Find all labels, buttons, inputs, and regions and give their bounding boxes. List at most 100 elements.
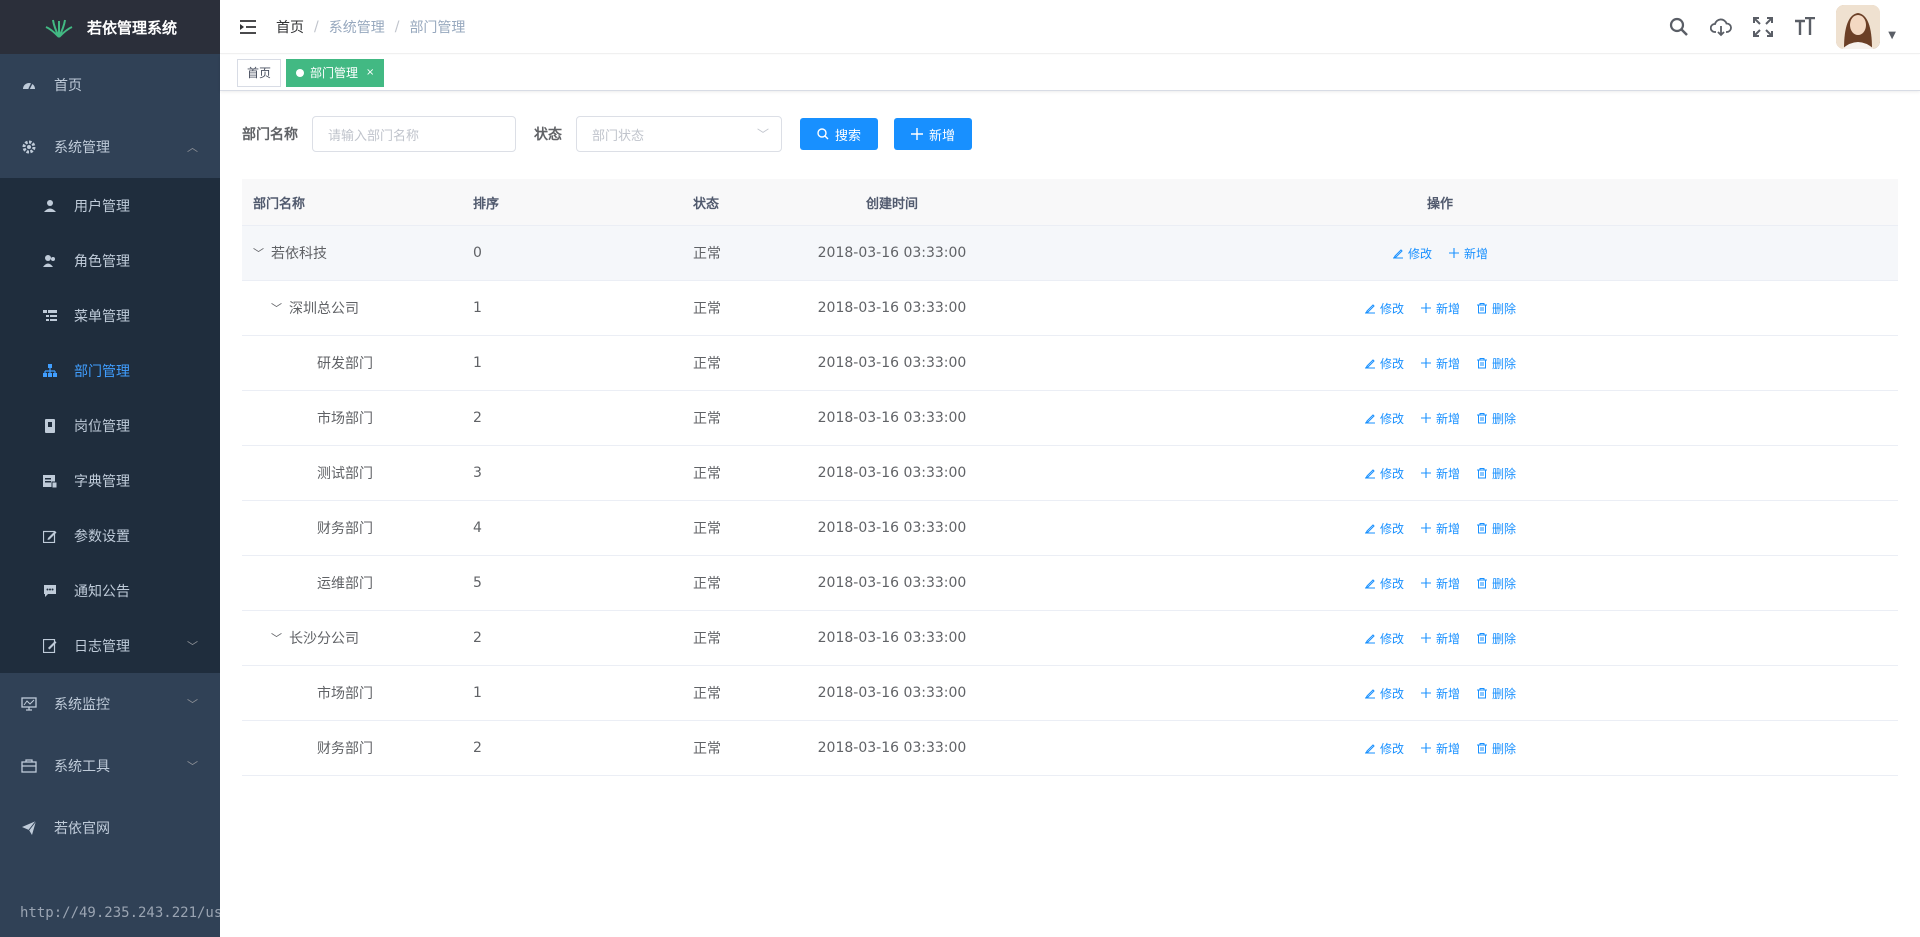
delete-button[interactable]: 删除 xyxy=(1476,630,1516,647)
table-row: 市场部门 2 正常 2018-03-16 03:33:00 修改 新增 删除 xyxy=(242,391,1898,446)
dept-name-input[interactable]: 请输入部门名称 xyxy=(312,116,516,152)
sidebar-item-logs[interactable]: 日志管理 ﹀ xyxy=(0,618,220,673)
delete-label: 删除 xyxy=(1492,576,1517,591)
cell-ops: 修改 新增 删除 xyxy=(982,740,1898,757)
add-child-button[interactable]: 新增 xyxy=(1420,410,1460,427)
breadcrumb-current: 部门管理 xyxy=(409,19,466,36)
header-order: 排序 xyxy=(473,196,500,212)
sidebar-item-tools[interactable]: 系统工具 ﹀ xyxy=(0,735,220,797)
sidebar-item-dicts[interactable]: 字典管理 xyxy=(0,453,220,508)
header-time: 创建时间 xyxy=(865,196,918,212)
delete-button[interactable]: 删除 xyxy=(1476,575,1516,592)
plus-icon xyxy=(1420,632,1432,644)
edit-button[interactable]: 修改 xyxy=(1364,465,1404,482)
cell-name-wrap: 研发部门 xyxy=(242,353,462,373)
delete-label: 删除 xyxy=(1492,356,1517,371)
edit-button[interactable]: 修改 xyxy=(1364,575,1404,592)
add-child-button[interactable]: 新增 xyxy=(1420,465,1460,482)
hamburger-button[interactable] xyxy=(220,0,276,54)
tree-icon xyxy=(42,363,58,379)
edit-button[interactable]: 修改 xyxy=(1364,740,1404,757)
delete-label: 删除 xyxy=(1492,411,1517,426)
delete-button[interactable]: 删除 xyxy=(1476,465,1516,482)
cell-time: 2018-03-16 03:33:00 xyxy=(817,740,967,756)
table-row: ﹀ 深圳总公司 1 正常 2018-03-16 03:33:00 修改 新增 删除 xyxy=(242,281,1898,336)
sidebar-item-label: 系统监控 xyxy=(54,697,110,713)
chevron-down-icon[interactable]: ﹀ xyxy=(271,630,283,646)
font-size-icon[interactable] xyxy=(1794,16,1816,38)
sidebar-item-depts[interactable]: 部门管理 xyxy=(0,343,220,398)
search-icon[interactable] xyxy=(1668,16,1690,38)
cell-status: 正常 xyxy=(693,301,721,317)
logo[interactable]: 若依管理系统 xyxy=(0,0,220,54)
cell-time: 2018-03-16 03:33:00 xyxy=(817,575,967,591)
delete-button[interactable]: 删除 xyxy=(1476,300,1516,317)
delete-label: 删除 xyxy=(1492,466,1517,481)
fullscreen-icon[interactable] xyxy=(1752,16,1774,38)
sidebar-item-posts[interactable]: 岗位管理 xyxy=(0,398,220,453)
cell-order: 0 xyxy=(473,245,482,261)
avatar-image xyxy=(1836,5,1881,49)
delete-button[interactable]: 删除 xyxy=(1476,355,1516,372)
add-child-button[interactable]: 新增 xyxy=(1420,575,1460,592)
delete-button[interactable]: 删除 xyxy=(1476,740,1516,757)
add-button[interactable]: 新增 xyxy=(894,118,973,150)
edit-button[interactable]: 修改 xyxy=(1364,685,1404,702)
tag-depts[interactable]: 部门管理 × xyxy=(286,58,385,87)
chevron-down-icon: ﹀ xyxy=(187,639,198,653)
cell-name-wrap: 财务部门 xyxy=(242,738,462,758)
edit-button[interactable]: 修改 xyxy=(1392,245,1432,262)
edit-button[interactable]: 修改 xyxy=(1364,300,1404,317)
tag-home[interactable]: 首页 xyxy=(237,58,282,87)
delete-button[interactable]: 删除 xyxy=(1476,410,1516,427)
edit-button[interactable]: 修改 xyxy=(1364,410,1404,427)
sidebar-item-notices[interactable]: 通知公告 xyxy=(0,563,220,618)
tag-label: 首页 xyxy=(247,66,272,80)
delete-button[interactable]: 删除 xyxy=(1476,520,1516,537)
sidebar-item-label: 系统工具 xyxy=(54,759,110,775)
plus-icon xyxy=(1420,577,1432,589)
cell-status: 正常 xyxy=(693,686,721,702)
sidebar-item-home[interactable]: 首页 xyxy=(0,54,220,116)
edit-label: 修改 xyxy=(1379,741,1404,756)
cell-name-wrap: 市场部门 xyxy=(242,683,462,703)
search-button[interactable]: 搜索 xyxy=(800,118,879,150)
cell-time: 2018-03-16 03:33:00 xyxy=(817,630,967,646)
dept-table: 部门名称 排序 状态 创建时间 操作 ﹀ 若依科技 0 正常 2018-03-16 03… xyxy=(242,179,1898,776)
edit-button[interactable]: 修改 xyxy=(1364,520,1404,537)
add-child-button[interactable]: 新增 xyxy=(1420,300,1460,317)
sidebar-item-menus[interactable]: 菜单管理 xyxy=(0,288,220,343)
cell-time: 2018-03-16 03:33:00 xyxy=(817,685,967,701)
add-child-button[interactable]: 新增 xyxy=(1420,740,1460,757)
edit-icon xyxy=(1364,467,1376,479)
sidebar-item-configs[interactable]: 参数设置 xyxy=(0,508,220,563)
sidebar-item-users[interactable]: 用户管理 xyxy=(0,178,220,233)
add-label: 新增 xyxy=(1435,301,1460,316)
sidebar-item-website[interactable]: 若依官网 xyxy=(0,797,220,859)
add-child-button[interactable]: 新增 xyxy=(1420,630,1460,647)
chevron-down-icon[interactable]: ﹀ xyxy=(253,245,265,261)
sidebar-item-roles[interactable]: 角色管理 xyxy=(0,233,220,288)
status-select[interactable]: 部门状态 ﹀ xyxy=(576,116,782,152)
edit-icon xyxy=(1364,632,1376,644)
edit-button[interactable]: 修改 xyxy=(1364,355,1404,372)
breadcrumb-home[interactable]: 首页 xyxy=(276,17,304,37)
add-child-button[interactable]: 新增 xyxy=(1420,355,1460,372)
sidebar-item-monitor[interactable]: 系统监控 ﹀ xyxy=(0,673,220,735)
cell-ops: 修改 新增 删除 xyxy=(982,575,1898,592)
cloud-download-icon[interactable] xyxy=(1710,16,1733,38)
close-icon[interactable]: × xyxy=(366,67,374,78)
cell-order: 1 xyxy=(473,300,482,316)
chevron-down-icon[interactable]: ﹀ xyxy=(271,300,283,316)
add-child-button[interactable]: 新增 xyxy=(1420,520,1460,537)
plus-icon xyxy=(1420,302,1432,314)
sidebar-item-system[interactable]: 系统管理 ︿ xyxy=(0,116,220,178)
add-child-button[interactable]: 新增 xyxy=(1448,245,1488,262)
delete-button[interactable]: 删除 xyxy=(1476,685,1516,702)
caret-down-icon[interactable]: ▼ xyxy=(1888,30,1896,41)
chevron-down-icon: ﹀ xyxy=(187,698,198,711)
avatar[interactable] xyxy=(1836,5,1881,49)
edit-button[interactable]: 修改 xyxy=(1364,630,1404,647)
sidebar-item-label: 部门管理 xyxy=(74,363,130,380)
add-child-button[interactable]: 新增 xyxy=(1420,685,1460,702)
